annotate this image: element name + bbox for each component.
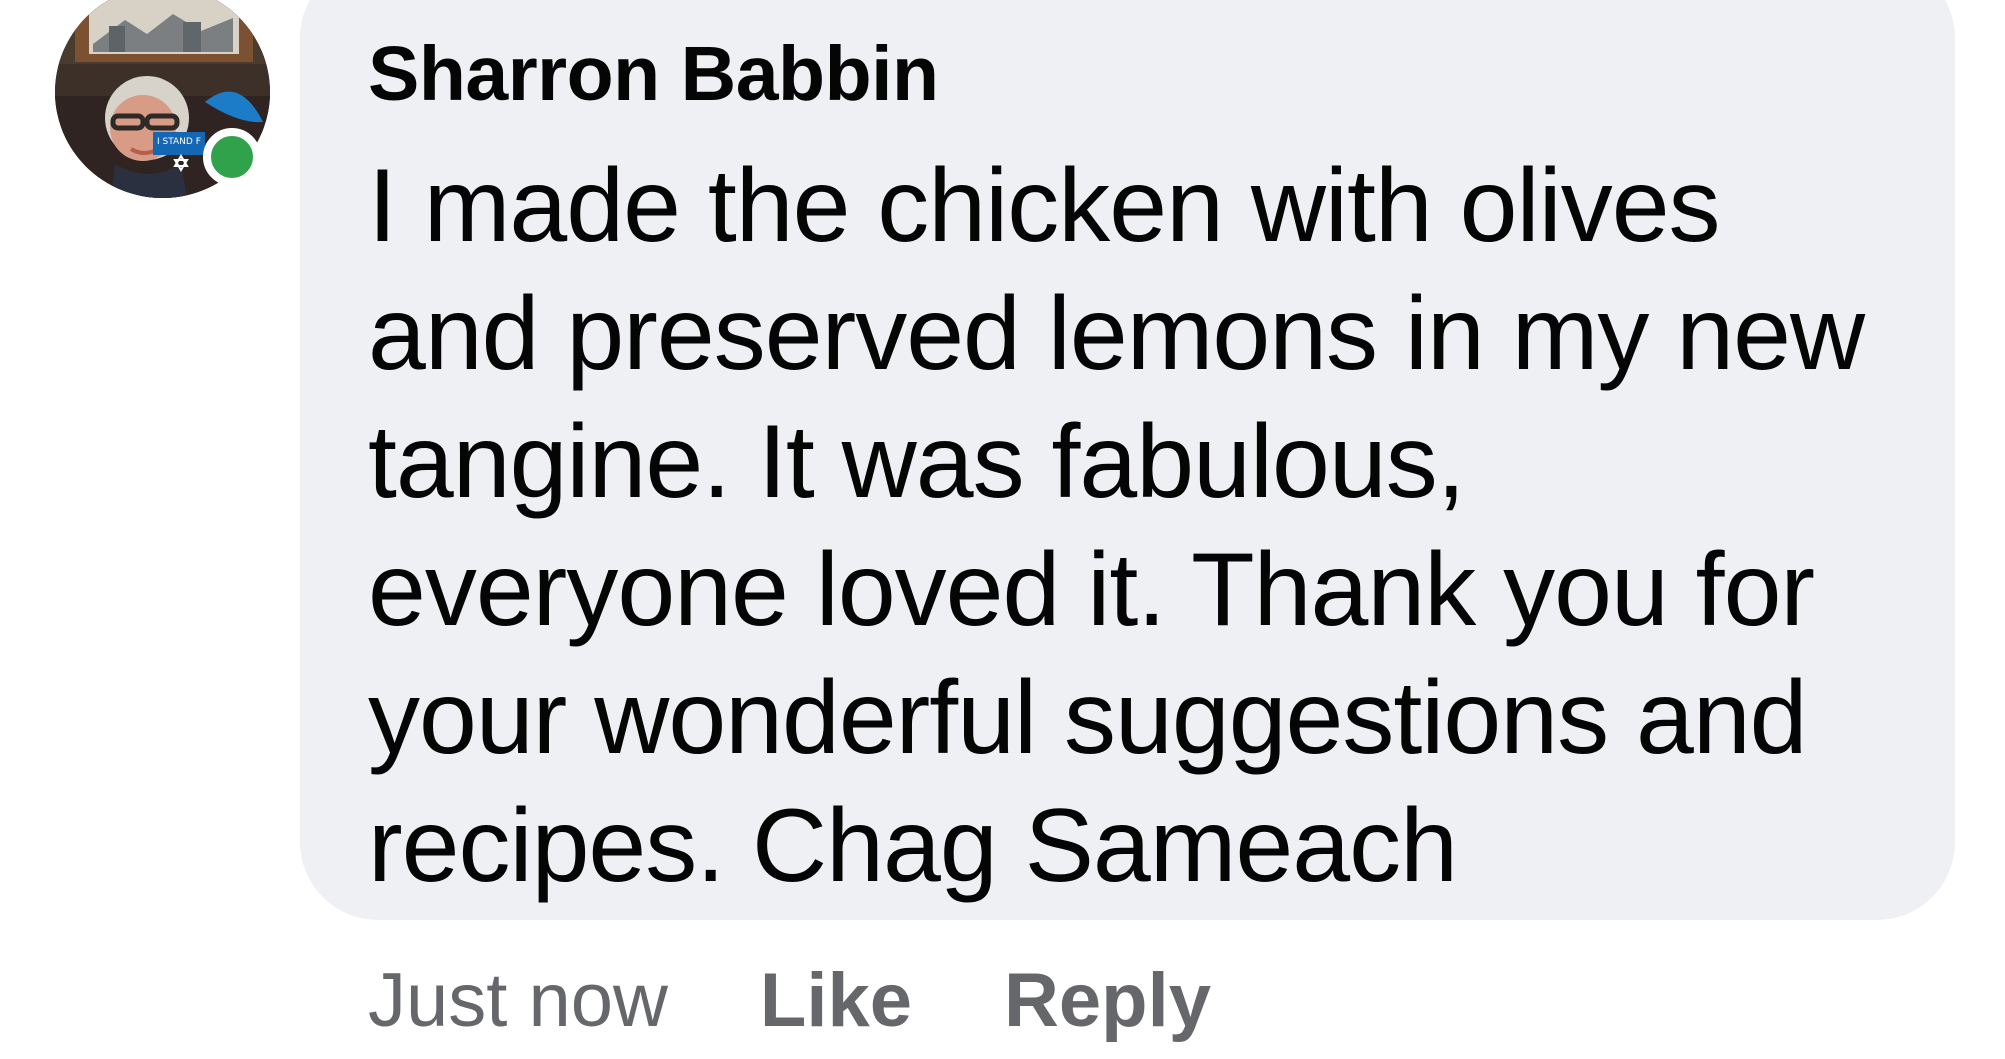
- comment-actions: Just now Like Reply: [368, 955, 1303, 1045]
- like-button[interactable]: Like: [760, 957, 912, 1044]
- reply-button[interactable]: Reply: [1004, 957, 1211, 1044]
- comment-text: I made the chicken with olives and prese…: [368, 148, 1865, 904]
- avatar-badge-text: I STAND F: [157, 137, 201, 147]
- online-status-dot: [203, 128, 261, 186]
- comment-avatar[interactable]: I STAND F: [55, 0, 270, 200]
- comment-author[interactable]: Sharron Babbin: [368, 30, 939, 119]
- comment-timestamp[interactable]: Just now: [368, 957, 668, 1044]
